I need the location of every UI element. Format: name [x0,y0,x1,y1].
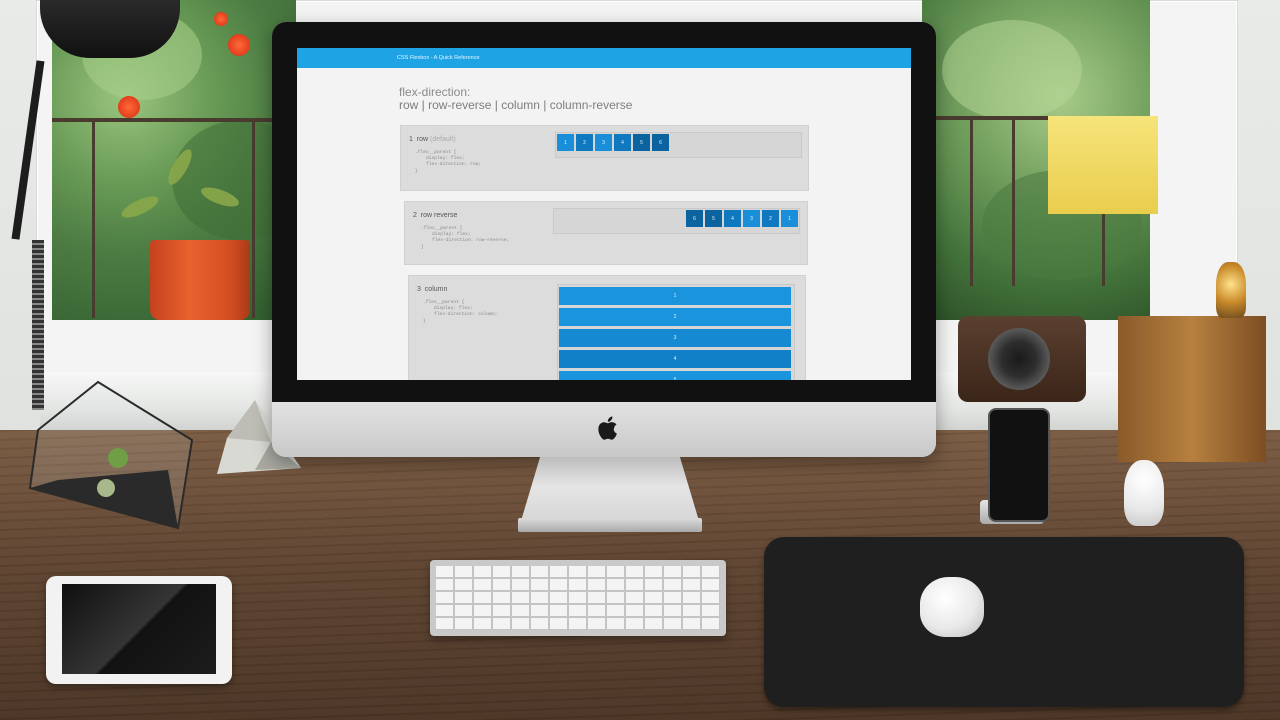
flex-item: 6 [652,134,669,151]
flex-item: 3 [559,328,791,347]
code-snippet: .flex__parent { display: flex; flex-dire… [421,226,510,250]
flex-item: 1 [559,286,791,305]
edison-bulb-icon [1216,262,1246,318]
flex-item: 5 [705,210,722,227]
polar-bear-figurine [1124,460,1164,526]
section-row: 1 row (default) .flex__parent { display:… [400,125,809,191]
flower [228,34,250,56]
flex-demo-column: 1 2 3 4 5 [557,284,795,380]
page-heading: flex-direction: row | row-reverse | colu… [399,86,632,112]
flex-item: 5 [633,134,650,151]
screen-webpage: CSS Flexbox - A Quick Reference flex-dir… [297,48,911,380]
flex-item: 5 [559,370,791,380]
keyboard [430,560,726,636]
section-title: 3 column [417,286,448,293]
ipad-tablet [46,576,232,684]
section-title: 1 row (default) [409,136,456,143]
heading-values: row | row-reverse | column | column-reve… [399,98,633,112]
flex-item: 4 [724,210,741,227]
flex-item: 6 [686,210,703,227]
flex-item: 3 [595,134,612,151]
heading-property: flex-direction: [399,85,471,99]
wooden-lamp-base [1118,316,1266,462]
ipad-screen [62,584,216,674]
code-snippet: .flex__parent { display: flex; flex-dire… [415,150,482,174]
section-title: 2 row reverse [413,212,458,219]
flex-item: 2 [559,307,791,326]
magic-mouse [920,577,984,637]
flex-item: 3 [743,210,760,227]
flower [118,96,140,118]
flex-item: 2 [576,134,593,151]
flex-item: 4 [614,134,631,151]
site-titlebar[interactable]: CSS Flexbox - A Quick Reference [297,48,911,68]
imac-stand-base [518,518,702,532]
mousepad [764,537,1244,707]
flower-pot [150,240,250,320]
smartphone [988,408,1050,522]
site-title[interactable]: CSS Flexbox - A Quick Reference [397,55,480,61]
flex-item: 2 [762,210,779,227]
section-row-reverse: 2 row reverse .flex__parent { display: f… [404,201,808,265]
flex-demo-row: 1 2 3 4 5 6 [555,132,802,158]
flex-item: 1 [781,210,798,227]
code-snippet: .flex__parent { display: flex; flex-dire… [423,300,498,324]
camera-lens-icon [988,328,1050,390]
terrarium [28,380,194,530]
flower [214,12,228,26]
flex-demo-row-reverse: 1 2 3 4 5 6 [553,208,800,234]
section-column: 3 column .flex__parent { display: flex; … [408,275,806,380]
apple-logo-icon [598,416,617,440]
keyboard-keys [436,566,720,630]
yellow-towel [1048,116,1158,214]
flex-item: 4 [559,349,791,368]
flex-item: 1 [557,134,574,151]
